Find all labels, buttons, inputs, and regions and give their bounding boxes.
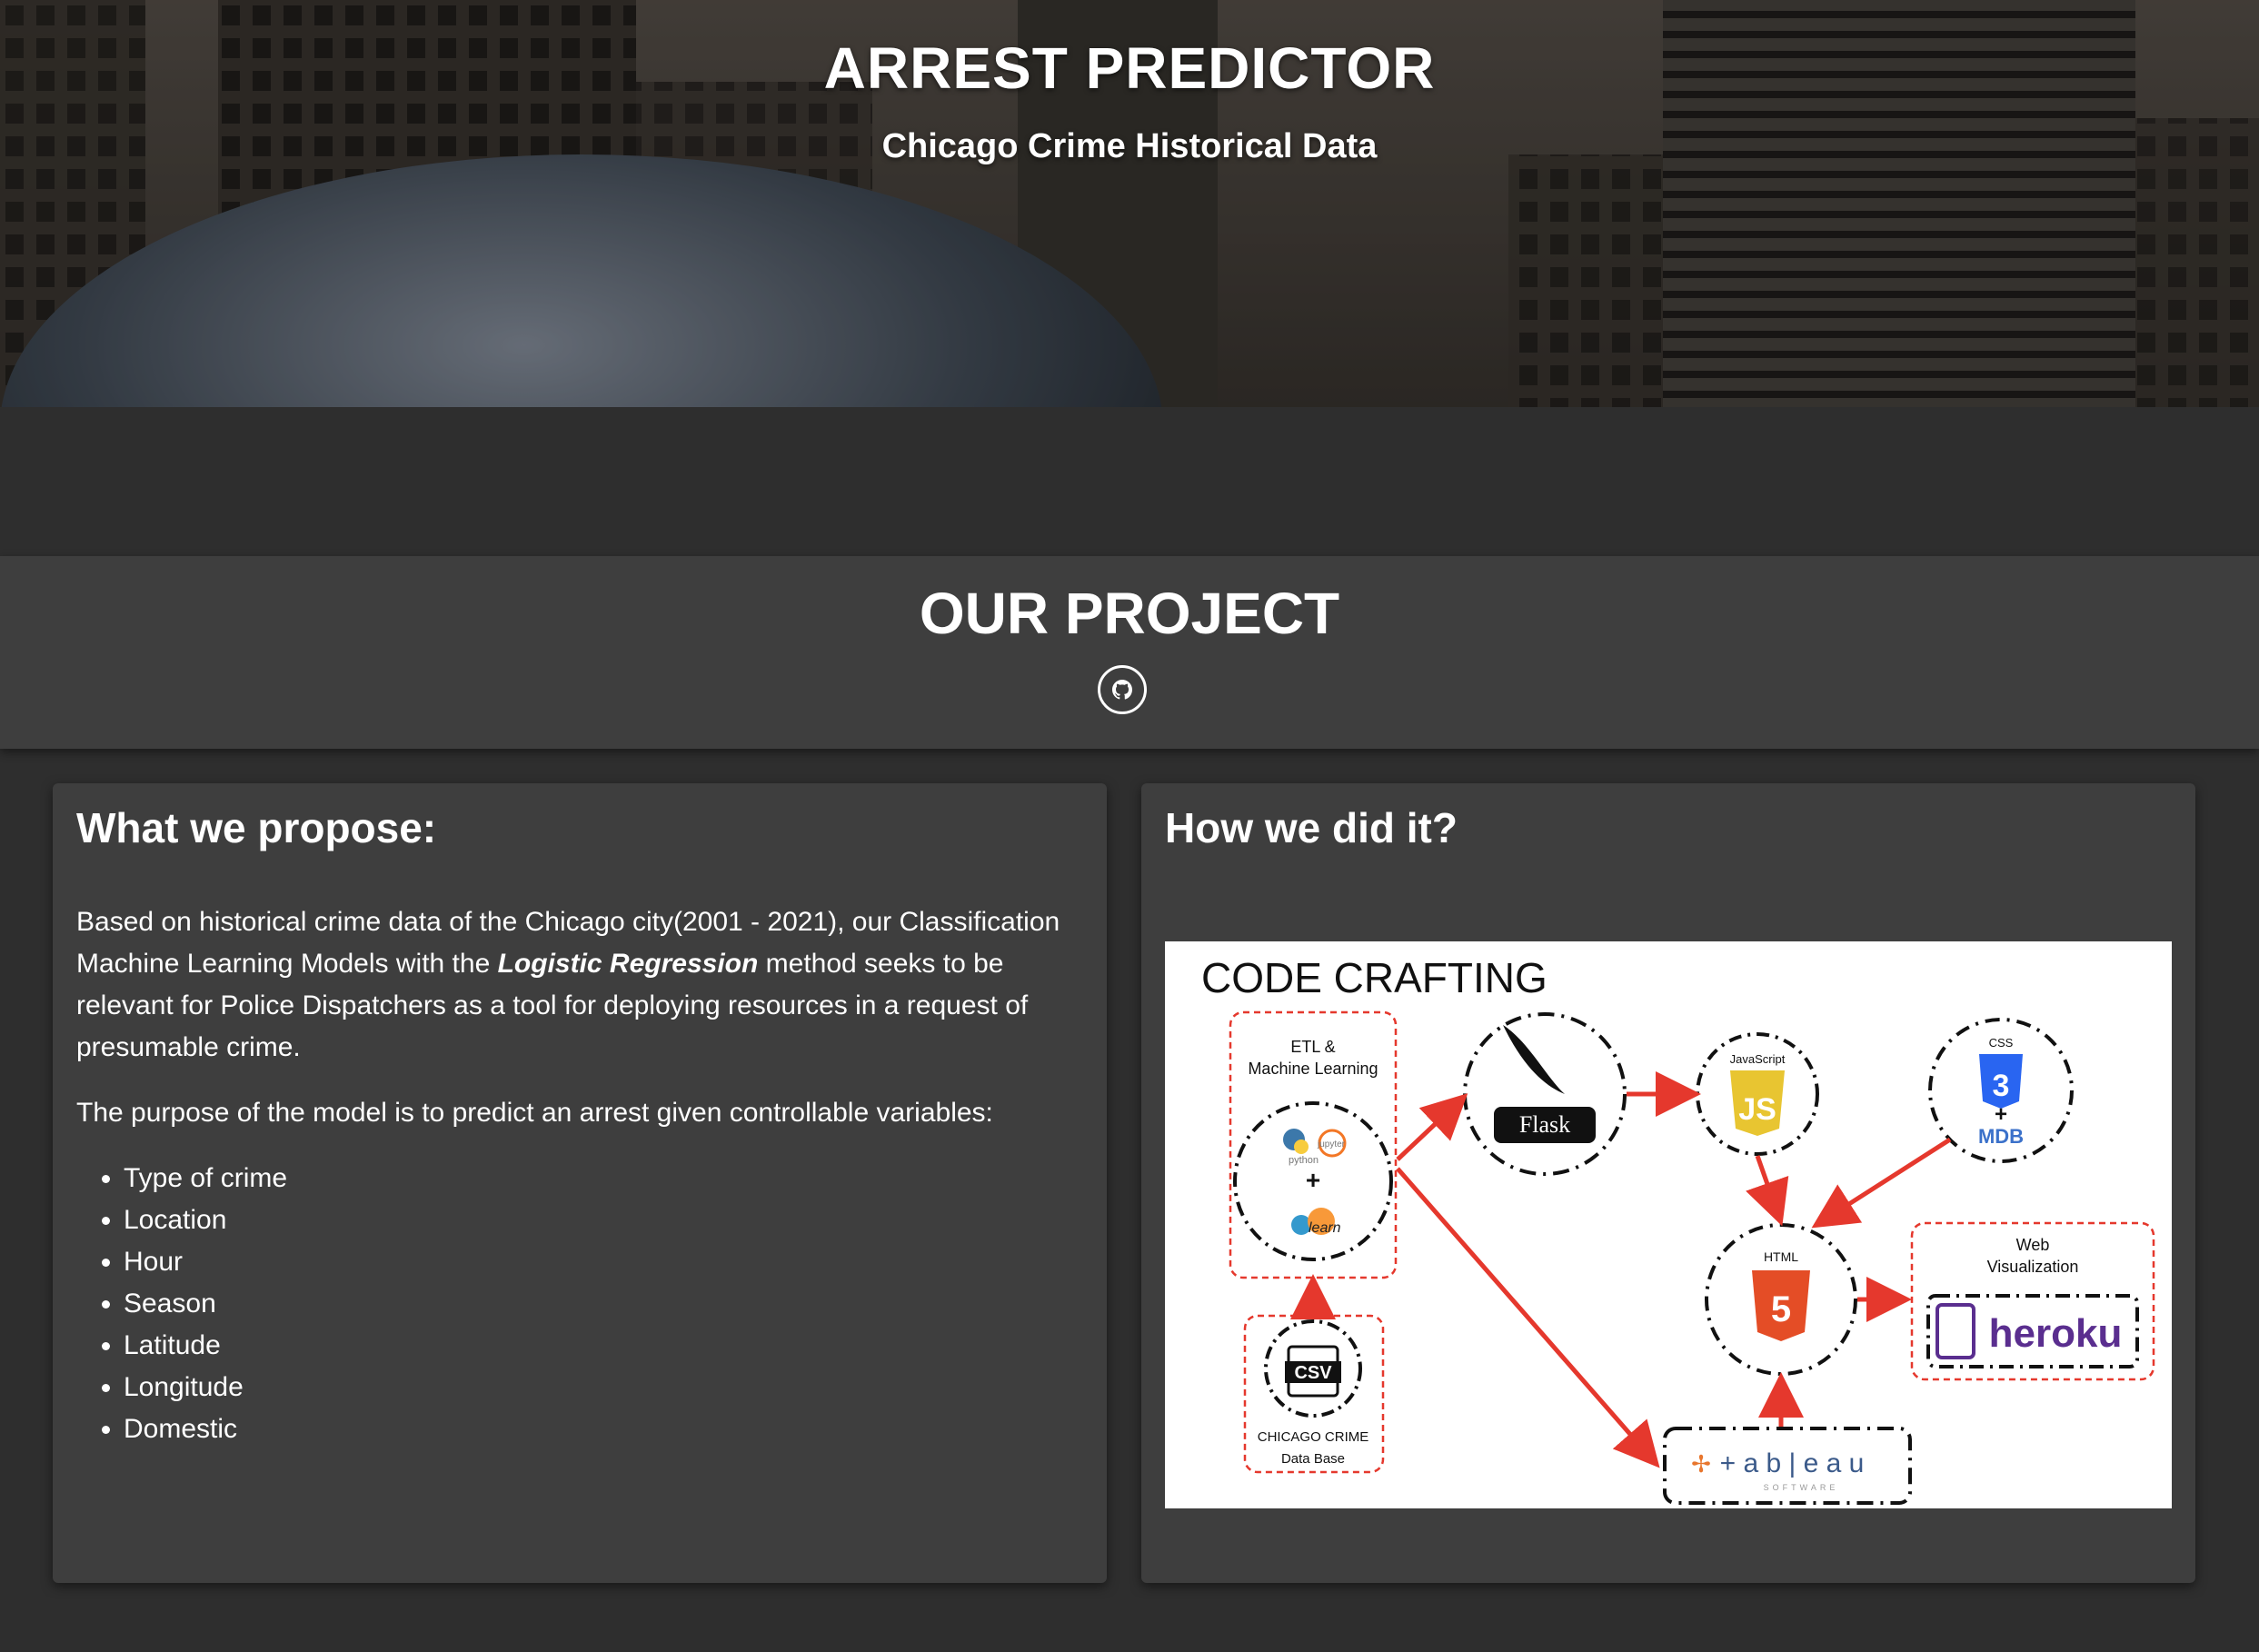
- visualization-label: Visualization: [1987, 1258, 2079, 1276]
- code-crafting-diagram: CODE CRAFTING ETL & Machine Learning pyt…: [1165, 941, 2172, 1508]
- hero-banner: ARREST PREDICTOR Chicago Crime Historica…: [0, 0, 2259, 407]
- page-title: ARREST PREDICTOR: [823, 35, 1436, 101]
- list-item: Type of crime: [124, 1158, 1085, 1199]
- arrow-css-to-html: [1811, 1137, 1952, 1229]
- list-item: Hour: [124, 1241, 1085, 1283]
- css-label: CSS: [1989, 1036, 2014, 1050]
- html-label: HTML: [1764, 1249, 1798, 1264]
- list-item: Location: [124, 1199, 1085, 1241]
- propose-heading: What we propose:: [76, 804, 437, 851]
- csv-label: CSV: [1294, 1363, 1332, 1383]
- javascript-label: JavaScript: [1730, 1052, 1786, 1066]
- diagram-title: CODE CRAFTING: [1201, 954, 1547, 1001]
- arrow-etl-to-tableau: [1396, 1167, 1660, 1468]
- heroku-icon: [1936, 1303, 1975, 1359]
- page-subtitle: Chicago Crime Historical Data: [881, 127, 1378, 165]
- tableau-sublabel: SOFTWARE: [1764, 1483, 1839, 1492]
- how-heading: How we did it?: [1165, 804, 1458, 851]
- propose-paragraph: Based on historical crime data of the Ch…: [76, 901, 1085, 1069]
- flask-circle: [1463, 1012, 1627, 1176]
- list-item: Latitude: [124, 1325, 1085, 1367]
- arrow-js-to-html: [1746, 1155, 1789, 1227]
- flow-arrows: [1290, 1071, 1952, 1468]
- heroku-label: heroku: [1989, 1311, 2123, 1356]
- ml-label: Machine Learning: [1248, 1060, 1378, 1078]
- plus-sign: +: [1306, 1166, 1320, 1194]
- arrow-etl-to-flask: [1396, 1093, 1468, 1161]
- jupyter-label: jupyter: [1317, 1139, 1346, 1149]
- database-sublabel: Data Base: [1281, 1451, 1345, 1467]
- how-card: How we did it? CODE CRAFTING ETL & Machi…: [1141, 783, 2195, 1583]
- github-link-button[interactable]: [1098, 665, 1147, 714]
- project-title: OUR PROJECT: [919, 581, 1340, 646]
- variables-list: Type of crime Location Hour Season Latit…: [76, 1158, 1085, 1450]
- logistic-regression-emphasis: Logistic Regression: [497, 949, 759, 979]
- database-label: CHICAGO CRIME: [1258, 1429, 1369, 1445]
- html5-logo: 5: [1771, 1289, 1791, 1329]
- purpose-paragraph: The purpose of the model is to predict a…: [76, 1098, 993, 1128]
- javascript-logo: JS: [1738, 1092, 1776, 1127]
- propose-body: Based on historical crime data of the Ch…: [76, 901, 1085, 1450]
- tableau-icon: ✢: [1691, 1450, 1711, 1478]
- flask-horn-icon: [1503, 1025, 1565, 1094]
- list-item: Longitude: [124, 1367, 1085, 1408]
- etl-label: ETL &: [1290, 1038, 1335, 1056]
- mdb-label: MDB: [1978, 1125, 2024, 1148]
- list-item: Season: [124, 1283, 1085, 1325]
- list-item: Domestic: [124, 1408, 1085, 1450]
- css3-logo: 3: [1993, 1069, 2010, 1103]
- learn-label: learn: [1309, 1220, 1341, 1236]
- github-icon: [1112, 680, 1132, 700]
- tableau-label: + a b | e a u: [1720, 1448, 1865, 1478]
- propose-card: What we propose: Based on historical cri…: [53, 783, 1107, 1583]
- web-label: Web: [2016, 1236, 2050, 1254]
- python-label: python: [1289, 1155, 1319, 1166]
- css-plus-sign: +: [1995, 1102, 2007, 1127]
- project-header: OUR PROJECT: [0, 556, 2259, 749]
- flask-label: Flask: [1519, 1111, 1570, 1138]
